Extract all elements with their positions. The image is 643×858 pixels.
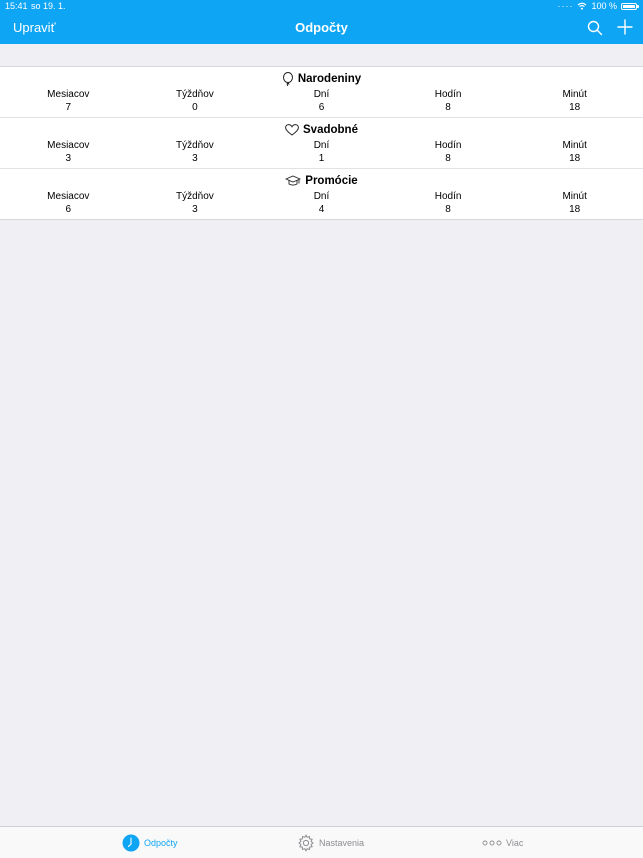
countdown-units: Mesiacov 3 Týždňov 3 Dní 1 Hodín 8 Minút 18 [5,139,638,165]
clock-icon [122,834,140,852]
countdown-units: Mesiacov 7 Týždňov 0 Dní 6 Hodín 8 Minút 18 [5,88,638,114]
tab-label: Viac [506,838,524,848]
page-title: Odpočty [295,20,348,35]
unit-value: 8 [445,102,451,113]
unit-label: Dní [313,140,330,151]
unit-label: Hodín [434,140,462,151]
unit-months: Mesiacov 7 [5,88,132,114]
tab-label: Nastavenia [319,838,365,848]
navigation-bar: Upraviť Odpočty [0,12,643,44]
unit-label: Hodín [434,191,462,202]
add-icon[interactable] [616,18,634,36]
unit-weeks: Týždňov 0 [132,88,259,114]
unit-value: 6 [65,204,72,215]
unit-label: Týždňov [175,89,214,100]
status-time: 15:41 [5,1,28,11]
unit-value: 18 [569,153,581,164]
countdown-title: Svadobné [303,124,358,136]
unit-hours: Hodín 8 [385,139,512,165]
search-icon[interactable] [586,19,604,37]
countdown-units: Mesiacov 6 Týždňov 3 Dní 4 Hodín 8 Minút 18 [5,190,638,216]
balloon-icon [282,72,293,86]
unit-value: 18 [569,102,581,113]
unit-value: 18 [569,204,581,215]
unit-label: Hodín [434,89,462,100]
tab-countdowns[interactable]: Odpočty [122,833,178,853]
countdown-title-row: Promócie [0,173,643,189]
countdown-title-row: Svadobné [0,122,643,138]
unit-minutes: Minút 18 [511,190,638,216]
more-dots-icon [482,840,502,846]
unit-days: Dní 6 [258,88,385,114]
unit-label: Týždňov [175,191,214,202]
tab-more[interactable]: Viac [482,833,523,853]
unit-label: Mesiacov [47,89,90,100]
heart-icon [285,124,299,136]
unit-minutes: Minút 18 [511,88,638,114]
unit-value: 3 [192,153,198,164]
tab-bar: Odpočty Nastavenia Viac [0,826,643,858]
unit-weeks: Týždňov 3 [132,139,259,165]
unit-value: 0 [192,102,198,113]
unit-days: Dní 4 [258,190,385,216]
unit-label: Dní [313,191,330,202]
countdown-row-narodeniny[interactable]: Narodeniny Mesiacov 7 Týždňov 0 Dní 6 Hodín… [0,67,643,118]
unit-months: Mesiacov 6 [5,190,132,216]
unit-label: Minút [562,140,587,151]
countdown-row-promocie[interactable]: Promócie Mesiacov 6 Týždňov 3 Dní 4 Hodín 8 … [0,169,643,219]
graduation-cap-icon [285,175,302,186]
unit-hours: Hodín 8 [385,190,512,216]
tab-label: Odpočty [144,838,178,848]
unit-label: Minút [562,191,587,202]
unit-hours: Hodín 8 [385,88,512,114]
countdown-row-svadobne[interactable]: Svadobné Mesiacov 3 Týždňov 3 Dní 1 Hodín 8 … [0,118,643,169]
unit-value: 6 [318,102,325,113]
wifi-icon [578,2,587,10]
unit-months: Mesiacov 3 [5,139,132,165]
status-date: so 19. 1. [31,1,66,11]
battery-percent: 100 % [591,1,617,11]
unit-label: Mesiacov [47,140,90,151]
battery-icon [621,2,639,10]
countdown-title-row: Narodeniny [0,71,643,87]
unit-value: 3 [65,153,72,164]
unit-label: Týždňov [175,140,214,151]
signal-dots-icon: ···· [557,1,574,11]
unit-weeks: Týždňov 3 [132,190,259,216]
countdown-title: Promócie [305,175,358,187]
unit-label: Dní [313,89,330,100]
status-bar: 15:41 so 19. 1. ···· 100 % [0,0,643,12]
unit-value: 7 [65,102,72,113]
unit-value: 8 [445,153,451,164]
countdown-list: Narodeniny Mesiacov 7 Týždňov 0 Dní 6 Hodín… [0,66,643,220]
countdown-title: Narodeniny [297,73,362,85]
unit-label: Minút [562,89,587,100]
unit-label: Mesiacov [47,191,90,202]
top-bar: 15:41 so 19. 1. ···· 100 % Upraviť Odpoč… [0,0,643,44]
unit-days: Dní 1 [258,139,385,165]
tab-settings[interactable]: Nastavenia [297,833,364,853]
status-right: ···· 100 % [557,0,639,12]
unit-value: 4 [318,204,325,215]
unit-value: 8 [445,204,451,215]
unit-minutes: Minút 18 [511,139,638,165]
gear-icon [298,834,314,852]
unit-value: 3 [192,204,198,215]
unit-value: 1 [318,153,325,164]
